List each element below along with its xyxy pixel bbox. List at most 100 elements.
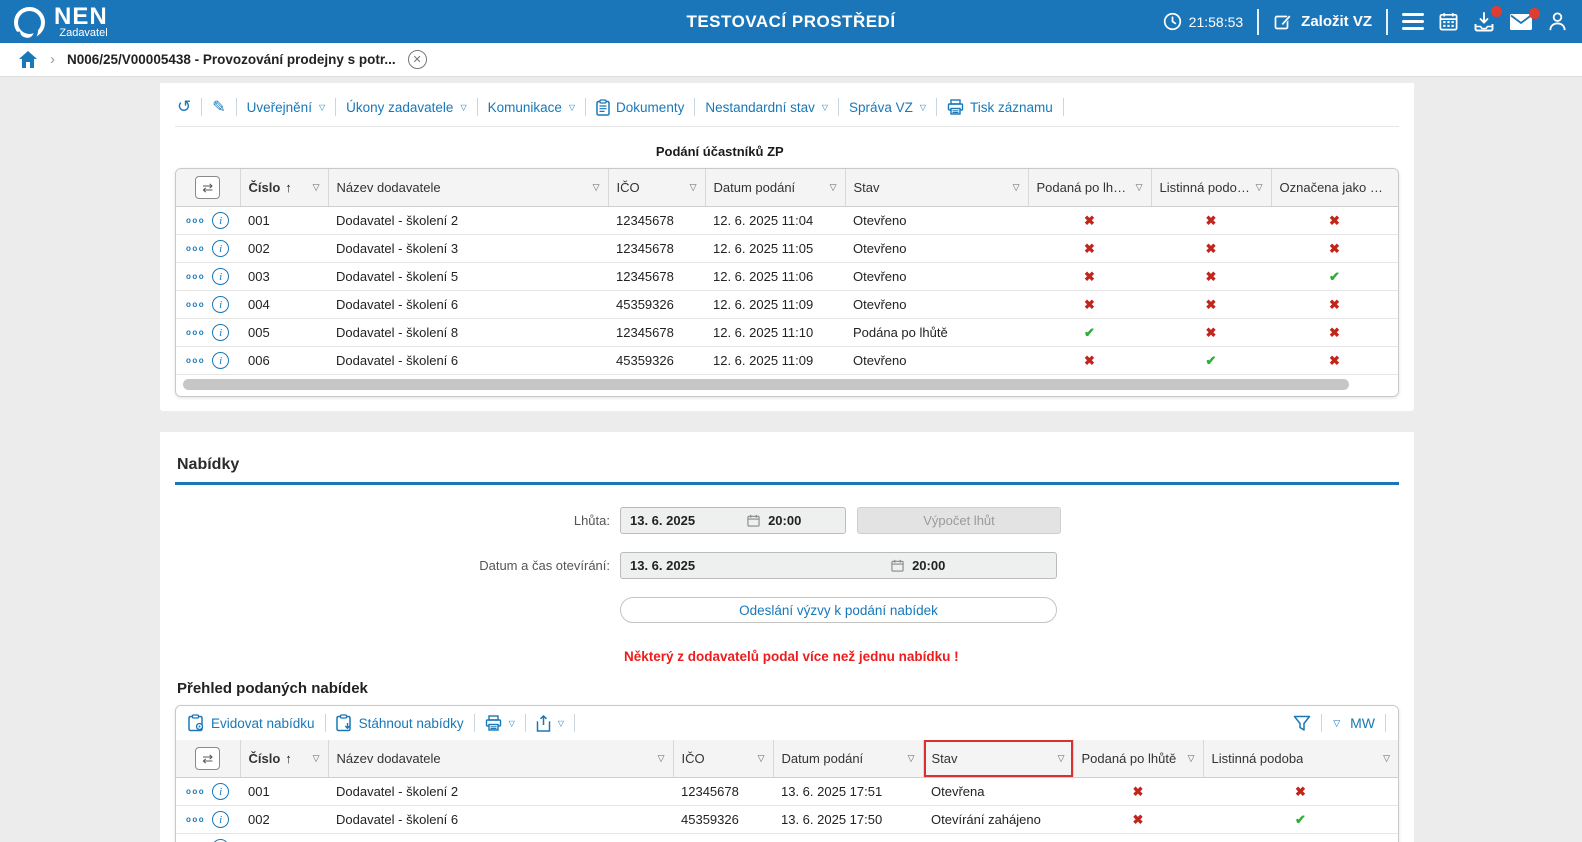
table-row[interactable]: ooo i 006 Dodavatel - školení 6 45359326 12. …	[176, 346, 1398, 375]
printer-icon	[485, 715, 502, 731]
tab-kriteria-hodnoceni[interactable]: Kritéria hodnocení	[312, 136, 469, 166]
cell-datum: 12. 6. 2025 11:04	[705, 206, 845, 235]
datum-otevirani-input[interactable]: 13. 6. 2025 20:00	[620, 552, 1057, 579]
messages-icon[interactable]	[1509, 7, 1540, 31]
filter-caret-icon[interactable]: ▽	[593, 182, 600, 193]
tab-vysledek-zadavaciho-postupu[interactable]: Výsledek zadávacího postupu	[923, 136, 1150, 166]
nen-logo[interactable]: NEN Zadavatel	[14, 4, 108, 39]
horizontal-scrollbar[interactable]	[176, 375, 1398, 396]
filter-caret-icon[interactable]: ▽	[1188, 753, 1195, 764]
menu-icon[interactable]	[1402, 13, 1424, 30]
row-actions-icon[interactable]: ooo	[186, 328, 205, 337]
lhuta-time-value[interactable]: 20:00	[768, 513, 801, 528]
calendar-icon[interactable]	[1438, 11, 1459, 32]
breadcrumb-item[interactable]: N006/25/V00005438 - Provozování prodejny…	[67, 52, 396, 67]
table-row[interactable]: ooo i 002 Dodavatel - školení 3 12345678 12. …	[176, 234, 1398, 263]
filter-caret-icon[interactable]: ▽	[830, 182, 837, 193]
filter-caret-icon[interactable]: ▽	[1256, 182, 1263, 193]
otevirani-time-value[interactable]: 20:00	[912, 558, 945, 573]
toolbar-item-uverejneni[interactable]: Uveřejnění ▽	[247, 100, 325, 115]
lhuta-date-value[interactable]: 13. 6. 2025	[630, 513, 695, 528]
home-icon[interactable]	[18, 50, 38, 69]
filter-caret-icon[interactable]: ▽	[1058, 753, 1065, 764]
table-row[interactable]: ooo i 001 Dodavatel - školení 2 12345678 12. …	[176, 206, 1398, 235]
filter-caret-icon[interactable]: ▽	[1136, 182, 1143, 193]
filter-caret-icon[interactable]: ▽	[690, 182, 697, 193]
evidovat-nabidku-button[interactable]: Evidovat nabídku	[188, 714, 315, 732]
print-table-button[interactable]: ▽	[485, 715, 515, 731]
history-refresh-icon[interactable]: ↺	[177, 97, 191, 117]
user-profile-icon[interactable]	[1547, 11, 1568, 32]
section-title-nabidky: Nabídky	[177, 456, 240, 473]
close-tab-icon[interactable]: ✕	[407, 50, 427, 69]
row-actions-icon[interactable]: ooo	[186, 216, 205, 225]
row-info-icon[interactable]: i	[212, 240, 230, 257]
create-vz-button[interactable]: Založit VZ	[1273, 12, 1372, 32]
stahnout-nabidky-button[interactable]: Stáhnout nabídky	[335, 714, 464, 732]
edit-record-icon[interactable]: ✎	[212, 97, 225, 117]
export-button[interactable]: ▽	[536, 714, 564, 732]
column-settings-icon[interactable]: ⇄	[195, 747, 221, 770]
toolbar-item-komunikace[interactable]: Komunikace ▽	[488, 100, 575, 115]
tab-zadavaci-podminky[interactable]: Zadávací podmínky	[472, 136, 635, 166]
calendar-picker-icon[interactable]	[891, 559, 904, 572]
row-actions-icon[interactable]: ooo	[186, 300, 205, 309]
mw-view-toggle[interactable]: MW	[1350, 715, 1375, 731]
cell-po_lhute: ✖	[1028, 206, 1151, 235]
row-info-icon[interactable]: i	[212, 783, 230, 800]
sort-asc-icon[interactable]: ↑	[285, 751, 292, 766]
row-actions-icon[interactable]: ooo	[186, 787, 205, 796]
filter-caret-icon[interactable]: ▽	[1013, 182, 1020, 193]
table-row[interactable]: ooo i 004 Dodavatel - školení 6 45359326 12. …	[176, 290, 1398, 319]
otevirani-date-value[interactable]: 13. 6. 2025	[630, 558, 695, 573]
row-info-icon[interactable]: i	[212, 811, 230, 828]
filter-funnel-icon[interactable]	[1293, 715, 1311, 732]
tab-hodnoceni[interactable]: Hodnocení	[811, 136, 920, 166]
row-actions-icon[interactable]: ooo	[186, 356, 205, 365]
cross-icon: ✖	[1329, 296, 1340, 312]
column-settings-icon[interactable]: ⇄	[195, 176, 221, 199]
filter-caret-icon[interactable]: ▽	[908, 753, 915, 764]
cell-oznacena: ✔	[1271, 262, 1398, 291]
cell-ico: 45359326	[673, 805, 773, 834]
vypocet-lhut-button[interactable]: Výpočet lhůt	[857, 507, 1061, 534]
row-info-icon[interactable]: i	[212, 268, 230, 285]
table-row[interactable]: ooo i 001 Dodavatel - školení 2 12345678 13. …	[176, 777, 1398, 806]
inbox-downloads-icon[interactable]	[1473, 5, 1502, 33]
sort-asc-icon[interactable]: ↑	[285, 180, 292, 195]
cell-po_lhute: ✖	[1028, 234, 1151, 263]
toolbar-item-tisk-zaznamu[interactable]: Tisk záznamu	[947, 99, 1053, 115]
filter-caret-icon[interactable]: ▽	[313, 753, 320, 764]
odeslani-vyzvy-button[interactable]: Odeslání výzvy k podání nabídek	[620, 597, 1057, 623]
filter-caret-icon[interactable]: ▽	[1383, 753, 1390, 764]
row-actions-icon[interactable]: ooo	[186, 815, 205, 824]
toolbar-item-nestandardni-stav[interactable]: Nestandardní stav ▽	[705, 100, 828, 115]
scrollbar-thumb[interactable]	[183, 379, 1349, 390]
toolbar-item-sprava-vz[interactable]: Správa VZ ▽	[849, 100, 926, 115]
filter-caret-icon[interactable]: ▽	[658, 753, 665, 764]
table-row[interactable]: ooo i 002 Dodavatel - školení 6 45359326 13. …	[176, 805, 1398, 834]
cell-stav: Otevřena	[923, 833, 1073, 842]
row-actions-icon[interactable]: ooo	[186, 272, 205, 281]
divider	[476, 98, 478, 116]
row-info-icon[interactable]: i	[212, 212, 230, 229]
lhuta-input[interactable]: 13. 6. 2025 20:00	[620, 507, 846, 534]
table-row[interactable]: ooo i 003 Dodavatel - školení 5 12345678 12. …	[176, 262, 1398, 291]
toolbar-item-dokumenty[interactable]: Dokumenty	[596, 98, 684, 116]
calendar-picker-icon[interactable]	[747, 514, 760, 527]
table-row[interactable]: ooo i 005 Dodavatel - školení 8 12345678 12. …	[176, 318, 1398, 347]
cross-icon: ✖	[1329, 352, 1340, 368]
cross-icon: ✖	[1084, 296, 1095, 312]
row-info-icon[interactable]: i	[212, 352, 230, 369]
toolbar-item-ukony-zadavatele[interactable]: Úkony zadavatele ▽	[346, 100, 466, 115]
chevron-down-icon[interactable]: ▽	[1333, 718, 1340, 729]
filter-caret-icon[interactable]: ▽	[758, 753, 765, 764]
tab-zakladni-udaje[interactable]: Základní údaje	[177, 136, 309, 166]
row-info-icon[interactable]: i	[212, 324, 230, 341]
row-info-icon[interactable]: i	[212, 296, 230, 313]
check-icon: ✔	[1205, 352, 1217, 368]
tab-podani-ucastniku-zp[interactable]: Podání účastníků ZP	[638, 136, 808, 166]
row-actions-icon[interactable]: ooo	[186, 244, 205, 253]
table-row[interactable]: oooi003Dodavatel - školení 31234567813. …	[176, 833, 1398, 842]
filter-caret-icon[interactable]: ▽	[313, 182, 320, 193]
